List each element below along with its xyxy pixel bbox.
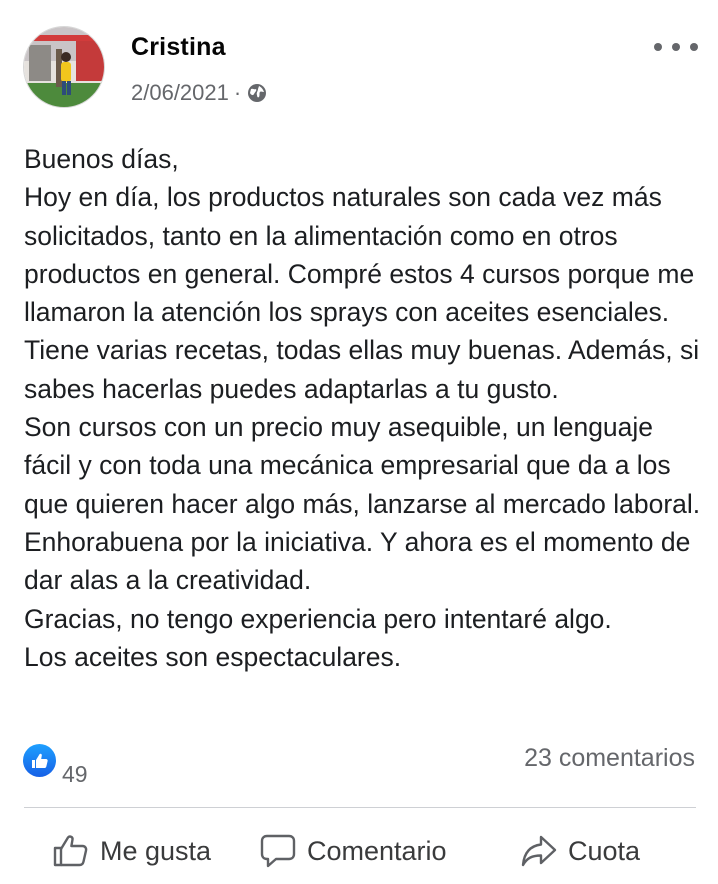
- share-button-label: Cuota: [568, 835, 641, 866]
- reactions-summary[interactable]: 49: [23, 744, 88, 787]
- more-dot: [672, 43, 680, 51]
- more-dot: [690, 43, 698, 51]
- more-dot: [654, 43, 662, 51]
- share-button[interactable]: Cuota: [520, 824, 640, 878]
- post-meta: 2/06/2021 ·: [131, 80, 267, 106]
- like-reaction-icon: [23, 744, 56, 777]
- comment-button-label: Comentario: [307, 835, 447, 866]
- post-paragraph: Buenos días,: [24, 144, 179, 174]
- post-text: Buenos días, Hoy en día, los productos n…: [24, 140, 704, 676]
- author-name[interactable]: Cristina: [131, 33, 226, 62]
- reaction-count: 49: [62, 761, 88, 787]
- comments-count-link[interactable]: 23 comentarios: [524, 744, 695, 773]
- post-paragraph: Hoy en día, los productos naturales son …: [24, 182, 700, 404]
- meta-separator: ·: [233, 80, 242, 105]
- post-date[interactable]: 2/06/2021: [131, 80, 229, 106]
- post-paragraph: Los aceites son espectaculares.: [24, 641, 402, 672]
- thumbs-up-icon: [53, 835, 88, 867]
- like-button[interactable]: Me gusta: [52, 824, 211, 878]
- more-options-icon[interactable]: [654, 34, 698, 60]
- like-button-label: Me gusta: [100, 835, 212, 866]
- divider: [24, 807, 696, 808]
- post-paragraph: Gracias, no tengo experiencia pero inten…: [24, 603, 612, 634]
- author-avatar[interactable]: [23, 26, 105, 108]
- share-arrow-icon: [521, 835, 557, 867]
- comment-bubble-icon: [260, 834, 296, 868]
- post-paragraph: Son cursos con un precio muy asequible, …: [24, 412, 701, 596]
- post-card: Cristina 2/06/2021 · Buenos días, Hoy en…: [0, 0, 718, 884]
- globe-icon: [247, 83, 267, 103]
- comment-button[interactable]: Comentario: [259, 824, 447, 878]
